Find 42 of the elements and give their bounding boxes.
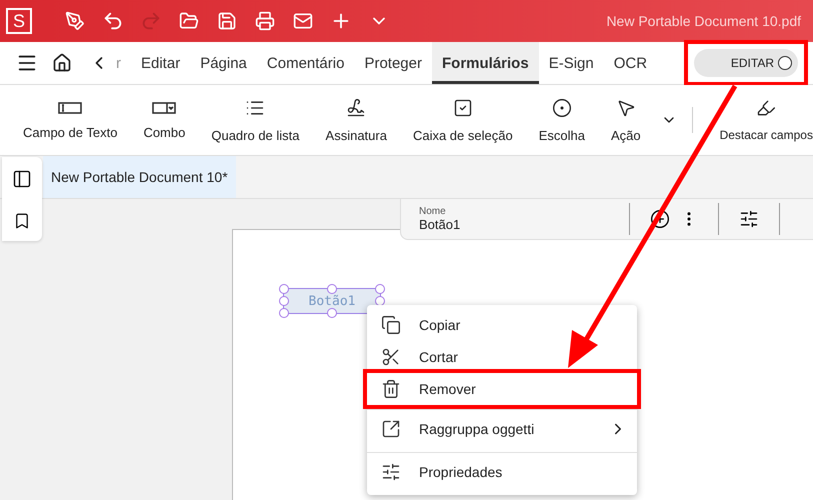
menu-tab[interactable]: E-Sign: [538, 42, 604, 84]
checkbox-icon: [452, 98, 473, 118]
menu-tab[interactable]: Editar: [131, 42, 190, 84]
menu-item[interactable]: Cortar: [367, 341, 637, 373]
document-title: New Portable Document 10.pdf: [606, 13, 801, 29]
ribbon-tool[interactable]: Escolha: [530, 98, 594, 142]
text-field-icon: [58, 100, 82, 114]
panel-icon[interactable]: [12, 168, 32, 188]
cursor-icon: [616, 98, 636, 118]
highlight-icon: [756, 98, 776, 118]
sliders-icon[interactable]: [739, 209, 759, 229]
ribbon-tool[interactable]: Ação: [602, 98, 650, 142]
edit-toggle[interactable]: EDITAR: [694, 49, 798, 77]
menu-tab[interactable]: Página: [190, 42, 257, 84]
ribbon-tool[interactable]: Caixa de seleção: [404, 98, 522, 142]
ribbon-tool[interactable]: Assinatura: [316, 98, 396, 142]
bookmark-icon[interactable]: [13, 212, 31, 230]
signature-icon: [346, 98, 366, 118]
menu-tab[interactable]: Proteger: [354, 42, 432, 84]
radio-button-icon: [552, 98, 572, 118]
ribbon-tool[interactable]: Destacar campos: [710, 98, 813, 142]
combo-box-icon: [152, 100, 176, 114]
menu-item[interactable]: Raggruppa oggetti: [367, 409, 637, 448]
app-logo: S: [6, 8, 32, 34]
copy-icon: [381, 315, 401, 335]
document-tab[interactable]: New Portable Document 10*: [43, 156, 236, 198]
menu-tab[interactable]: Comentário: [256, 42, 354, 84]
ribbon-tool[interactable]: Combo: [134, 100, 194, 140]
trash-icon: [381, 379, 401, 399]
sliders-icon: [381, 462, 401, 482]
menu-tab[interactable]: OCR: [604, 42, 658, 84]
name-field[interactable]: Nome Botão1: [401, 203, 630, 235]
add-icon[interactable]: [650, 209, 670, 229]
ribbon-tool[interactable]: Quadro de lista: [202, 98, 309, 142]
resize-handle[interactable]: [327, 284, 337, 294]
scissors-icon: [381, 347, 401, 367]
resize-handle[interactable]: [327, 308, 337, 318]
group-icon: [381, 419, 401, 439]
ribbon-tool[interactable]: Campo de Texto: [14, 100, 126, 140]
menu-tab[interactable]: Formulários: [432, 42, 539, 84]
menu-item[interactable]: Propriedades: [367, 452, 637, 491]
menu-item[interactable]: Remover: [367, 373, 637, 405]
